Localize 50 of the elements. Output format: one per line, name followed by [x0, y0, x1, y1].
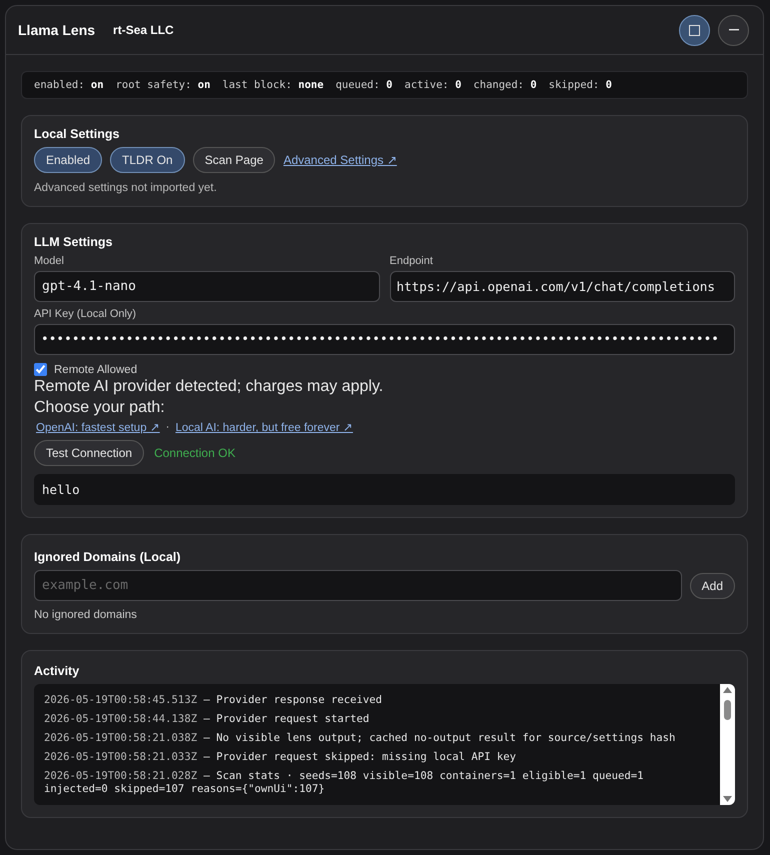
response-output: hello [34, 474, 735, 505]
square-icon [689, 24, 700, 36]
status-item: enabled: on [34, 79, 104, 91]
section-title: Local Settings [34, 127, 120, 141]
checkbox[interactable] [34, 363, 47, 376]
scrollbar[interactable] [720, 684, 735, 805]
minimize-button[interactable] [718, 14, 749, 46]
domain-field[interactable]: example.com [34, 570, 682, 601]
endpoint-field[interactable]: https://api.openai.com/v1/chat/completions [390, 271, 735, 302]
log-entry: 2026-05-19T00:58:44.138Z — Provider request started [44, 713, 370, 726]
status-item: last block: none [222, 79, 324, 91]
scroll-up-icon[interactable] [723, 687, 732, 693]
api-key-field[interactable]: •••••••••••••••••••••••••••••••••••••••••••••••••••••••••••••••••••••••••••••••••••••••• [34, 324, 735, 355]
local-ai-link[interactable]: Local AI: harder, but free forever ↗ [175, 420, 353, 434]
toggle-button[interactable]: Enabled [34, 147, 102, 173]
section-title: LLM Settings [34, 235, 114, 249]
status-item: skipped: 0 [548, 79, 612, 91]
openai-link[interactable]: OpenAI: fastest setup ↗ [36, 420, 160, 434]
window-title: Llama Lens [18, 22, 96, 38]
status-item: root safety: on [116, 79, 210, 91]
status-item: active: 0 [404, 79, 462, 91]
status-item: changed: 0 [473, 79, 537, 91]
toggle-button[interactable]: TLDR On [110, 147, 185, 173]
section-title: Activity [34, 664, 80, 678]
log-entry: 2026-05-19T00:58:21.028Z — Scan stats · seeds=108 visible=108 containers=1 eligible=1 queued=1 injected=0 skipped=107 reasons={"ownUi":107} [44, 770, 645, 796]
maximize-button[interactable] [679, 14, 710, 46]
log-entry: 2026-05-19T00:58:45.513Z — Provider response received [44, 694, 384, 707]
page-title: rt-Sea LLC [113, 23, 175, 37]
scroll-down-icon[interactable] [723, 796, 732, 802]
choose-text: Choose your path: [34, 398, 166, 418]
warning-text: Remote AI provider detected; charges may apply. [34, 377, 384, 397]
add-button[interactable]: Add [690, 572, 735, 598]
field-label: Endpoint [390, 255, 434, 267]
field-label: Model [34, 255, 65, 267]
status-item: queued: 0 [336, 79, 392, 91]
minimize-icon [728, 29, 738, 31]
test-connection-button[interactable]: Test Connection [34, 440, 144, 466]
model-field[interactable]: gpt-4.1-nano [34, 271, 380, 302]
note-text: Advanced settings not imported yet. [34, 182, 218, 194]
section-title: Ignored Domains (Local) [34, 550, 182, 564]
separator-dot: · [166, 421, 170, 433]
empty-text: No ignored domains [34, 609, 138, 621]
log-entry: 2026-05-19T00:58:21.038Z — No visible lens output; cached no-output result for source/settings hash [44, 732, 676, 745]
scroll-thumb[interactable] [724, 700, 731, 720]
log-entry: 2026-05-19T00:58:21.033Z — Provider request skipped: missing local API key [44, 751, 517, 764]
checkbox-label: Remote Allowed [54, 364, 138, 376]
connection-status: Connection OK [154, 446, 236, 460]
advanced-settings-link[interactable]: Advanced Settings ↗ [283, 153, 397, 167]
toggle-button[interactable]: Scan Page [192, 147, 276, 173]
field-label: API Key (Local Only) [34, 308, 138, 320]
